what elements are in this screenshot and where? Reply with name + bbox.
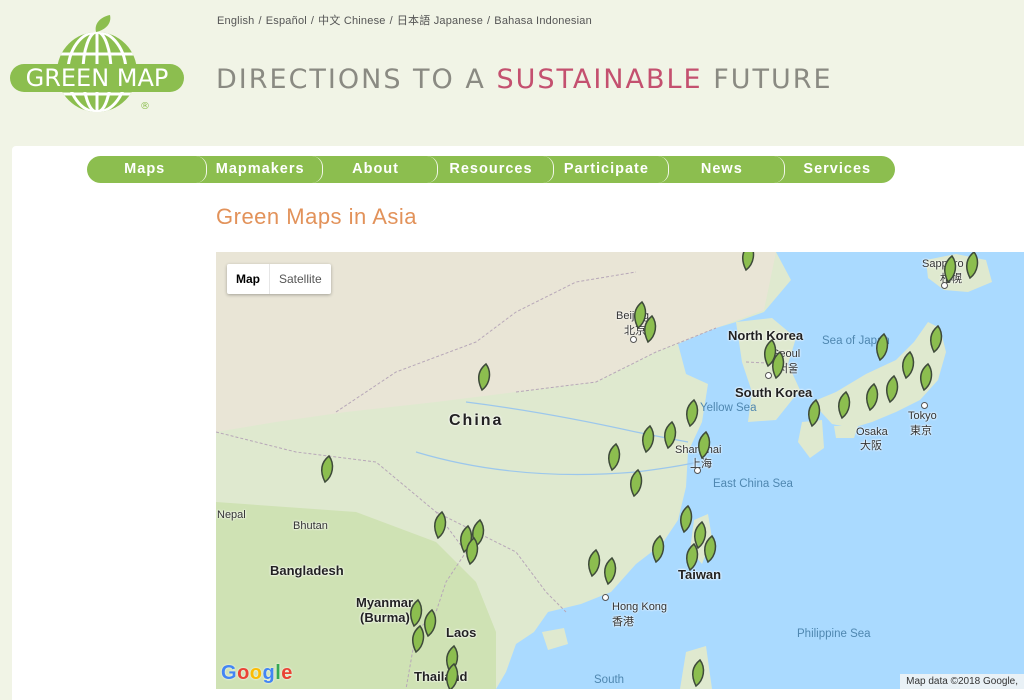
- lang-separator: /: [258, 15, 262, 27]
- green-map-markers: [216, 252, 1024, 689]
- lang-separator: /: [487, 15, 491, 27]
- leaf-marker-icon[interactable]: [870, 332, 892, 362]
- asia-map[interactable]: Map Satellite North Korea Seoul 서울 South…: [216, 252, 1024, 689]
- leaf-marker-icon[interactable]: [802, 398, 824, 428]
- green-map-logo[interactable]: GREEN MAP ®: [8, 12, 186, 122]
- google-letter: o: [249, 662, 263, 684]
- leaf-marker-icon[interactable]: [646, 534, 668, 564]
- main-nav: Maps Mapmakers About Resources Participa…: [87, 156, 895, 183]
- leaf-marker-icon[interactable]: [680, 398, 702, 428]
- leaf-marker-icon[interactable]: [692, 430, 714, 460]
- lang-separator: /: [389, 15, 393, 27]
- lang-spanish[interactable]: Español: [266, 15, 307, 27]
- leaf-marker-icon[interactable]: [406, 624, 428, 654]
- leaf-marker-icon[interactable]: [636, 424, 658, 454]
- lang-indonesian[interactable]: Bahasa Indonesian: [494, 15, 592, 27]
- google-letter: G: [221, 662, 238, 684]
- leaf-marker-icon[interactable]: [924, 324, 946, 354]
- leaf-marker-icon[interactable]: [938, 254, 960, 284]
- leaf-marker-icon[interactable]: [736, 252, 758, 272]
- tagline-accent: SUSTAINABLE: [496, 64, 703, 95]
- map-attribution[interactable]: Map data ©2018 Google,: [900, 674, 1024, 689]
- leaf-marker-icon[interactable]: [914, 362, 936, 392]
- leaf-marker-icon[interactable]: [960, 252, 982, 280]
- nav-resources[interactable]: Resources: [433, 156, 548, 183]
- google-logo[interactable]: Google: [221, 662, 293, 685]
- registered-mark: ®: [140, 101, 150, 112]
- nav-services[interactable]: Services: [780, 156, 895, 183]
- lang-japanese[interactable]: 日本語 Japanese: [397, 15, 483, 27]
- tagline-part1: DIRECTIONS TO A: [216, 64, 497, 95]
- nav-maps[interactable]: Maps: [87, 156, 202, 183]
- leaf-marker-icon[interactable]: [698, 534, 720, 564]
- leaf-marker-icon[interactable]: [428, 510, 450, 540]
- leaf-marker-icon[interactable]: [658, 420, 680, 450]
- leaf-icon: [95, 15, 111, 32]
- leaf-marker-icon[interactable]: [832, 390, 854, 420]
- leaf-marker-icon[interactable]: [472, 362, 494, 392]
- leaf-marker-icon[interactable]: [598, 556, 620, 586]
- leaf-marker-icon[interactable]: [315, 454, 337, 484]
- tagline-part2: FUTURE: [702, 64, 833, 95]
- google-letter: e: [281, 662, 293, 684]
- nav-about[interactable]: About: [318, 156, 433, 183]
- leaf-marker-icon[interactable]: [638, 314, 660, 344]
- leaf-marker-icon[interactable]: [602, 442, 624, 472]
- nav-mapmakers[interactable]: Mapmakers: [202, 156, 317, 183]
- google-letter: o: [237, 662, 250, 684]
- leaf-marker-icon[interactable]: [860, 382, 882, 412]
- leaf-marker-icon[interactable]: [686, 658, 708, 688]
- page-title: Green Maps in Asia: [216, 204, 417, 229]
- tagline: DIRECTIONS TO A SUSTAINABLE FUTURE: [216, 64, 833, 95]
- nav-participate[interactable]: Participate: [549, 156, 664, 183]
- lang-english[interactable]: English: [217, 15, 254, 27]
- lang-chinese[interactable]: 中文 Chinese: [318, 15, 385, 27]
- lang-separator: /: [310, 15, 315, 27]
- language-bar: English / Español / 中文 Chinese / 日本語 Japanese /…: [217, 12, 592, 28]
- logo-text: GREEN MAP: [26, 64, 169, 92]
- leaf-marker-icon[interactable]: [766, 350, 788, 380]
- leaf-marker-icon[interactable]: [440, 662, 462, 689]
- leaf-marker-icon[interactable]: [460, 536, 482, 566]
- leaf-marker-icon[interactable]: [624, 468, 646, 498]
- nav-news[interactable]: News: [664, 156, 779, 183]
- google-letter: g: [262, 662, 276, 684]
